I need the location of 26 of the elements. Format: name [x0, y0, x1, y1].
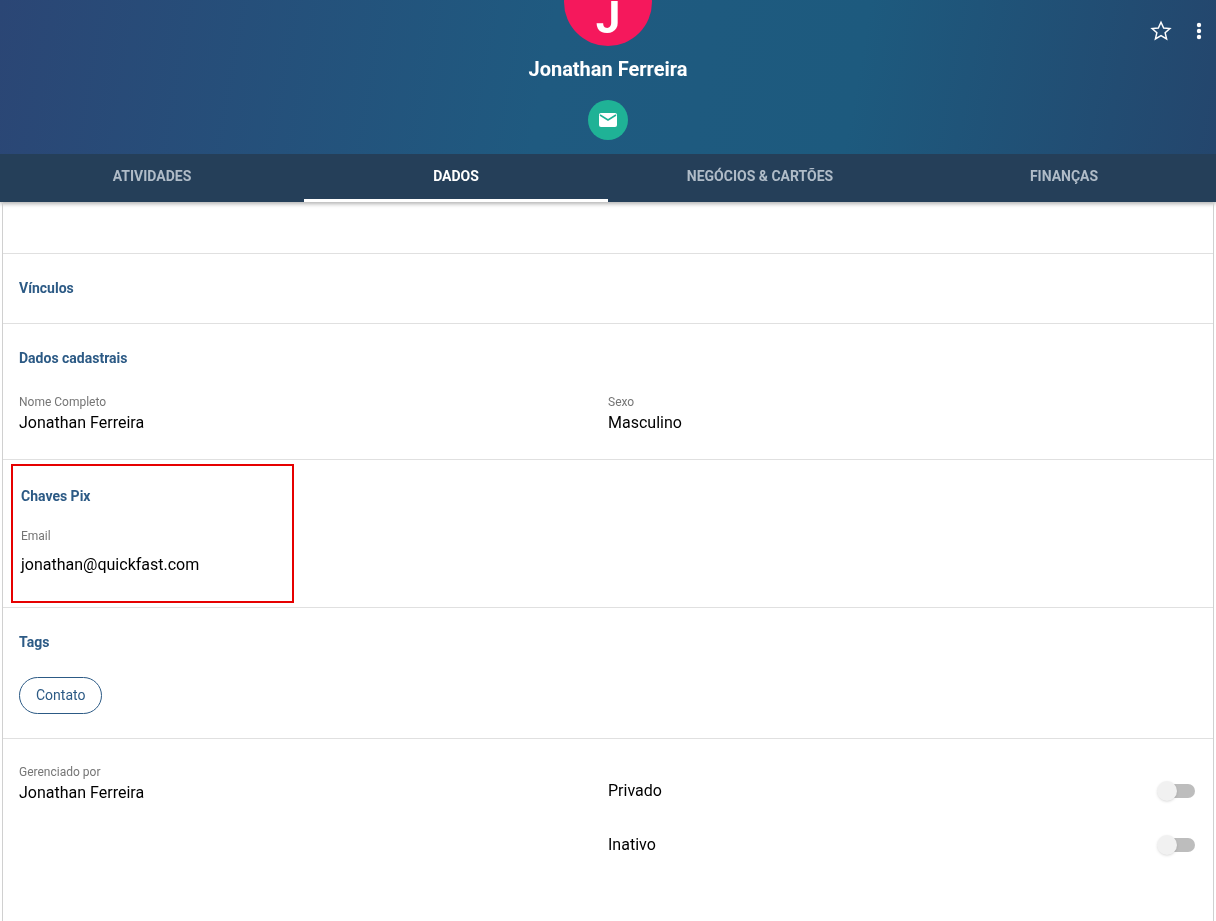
field-label: Gerenciado por [19, 764, 102, 781]
more-menu-icon[interactable] [1196, 22, 1202, 40]
mail-icon [599, 113, 617, 127]
tab[interactable]: ATIVIDADES [0, 154, 304, 202]
section-title: Vínculos [19, 279, 75, 298]
favorite-star-icon[interactable] [1150, 20, 1172, 42]
field-value: Jonathan Ferreira [19, 782, 146, 804]
field-label: Sexo [608, 394, 636, 411]
email-button[interactable] [588, 100, 628, 140]
field-label: Nome Completo [19, 394, 108, 411]
tab[interactable]: NEGÓCIOS & CARTÕES [608, 154, 912, 202]
tab[interactable]: FINANÇAS [912, 154, 1216, 202]
field-label: Email [21, 528, 52, 545]
section-title: Tags [19, 633, 51, 652]
toggle-label: Privado [608, 780, 662, 802]
section-title: Chaves Pix [21, 487, 92, 506]
field-value: Masculino [608, 412, 683, 434]
toggle-switch[interactable] [1159, 838, 1195, 852]
field-value: jonathan@quickfast.com [21, 554, 201, 576]
toggle-label: Inativo [608, 834, 656, 856]
tab[interactable]: DADOS [304, 154, 608, 202]
section-title: Dados cadastrais [19, 349, 129, 368]
avatar: J [564, 0, 652, 46]
toggle-switch[interactable] [1159, 784, 1195, 798]
profile-name: Jonathan Ferreira [528, 56, 688, 83]
field-value: Jonathan Ferreira [19, 412, 146, 434]
